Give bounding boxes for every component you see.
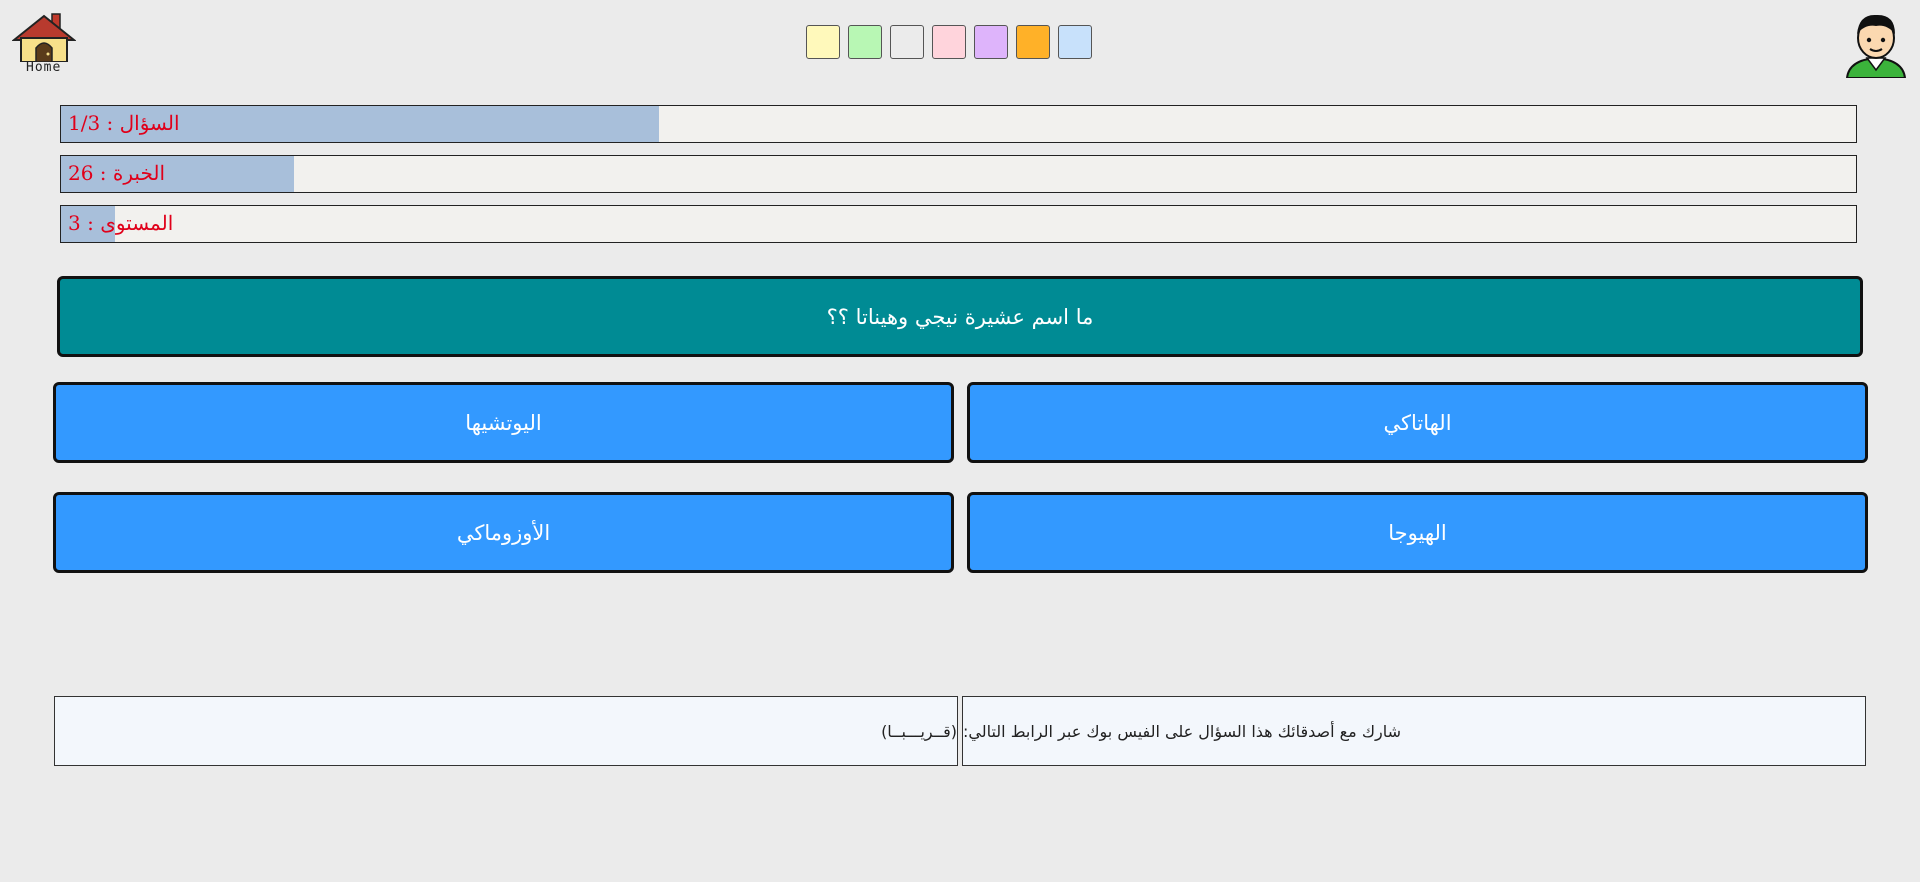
swatch-orange[interactable] (1016, 25, 1050, 59)
share-link-box: (قــريـــبــا) (54, 696, 958, 766)
answer-button-hyuga[interactable]: الهيوجا (967, 492, 1868, 573)
question-progress-label: السؤال : 1/3 (68, 111, 180, 135)
answer-button-uchiha[interactable]: اليوتشيها (53, 382, 954, 463)
swatch-gray[interactable] (890, 25, 924, 59)
answer-button-uzumaki[interactable]: الأوزوماكي (53, 492, 954, 573)
level-progress-label: المستوى : 3 (68, 211, 174, 235)
answer-button-hatake[interactable]: الهاتاكي (967, 382, 1868, 463)
level-progress-bar: المستوى : 3 (60, 205, 1857, 243)
color-swatches (806, 25, 1092, 59)
experience-progress-bar: الخبرة : 26 (60, 155, 1857, 193)
question-box: ما اسم عشيرة نيجي وهيناتا ؟؟ (57, 276, 1863, 357)
swatch-purple[interactable] (974, 25, 1008, 59)
swatch-blue[interactable] (1058, 25, 1092, 59)
share-text-box: شارك مع أصدقائك هذا السؤال على الفيس بوك… (962, 696, 1866, 766)
share-text: شارك مع أصدقائك هذا السؤال على الفيس بوك… (963, 721, 1402, 741)
home-label: Home (26, 60, 62, 75)
user-avatar-button[interactable] (1843, 10, 1909, 79)
share-link-text[interactable]: (قــريـــبــا) (881, 722, 957, 741)
experience-progress-label: الخبرة : 26 (68, 161, 166, 185)
user-avatar-icon (1845, 14, 1907, 79)
question-progress-bar: السؤال : 1/3 (60, 105, 1857, 143)
house-icon (12, 13, 76, 62)
swatch-green[interactable] (848, 25, 882, 59)
swatch-pink[interactable] (932, 25, 966, 59)
swatch-yellow[interactable] (806, 25, 840, 59)
